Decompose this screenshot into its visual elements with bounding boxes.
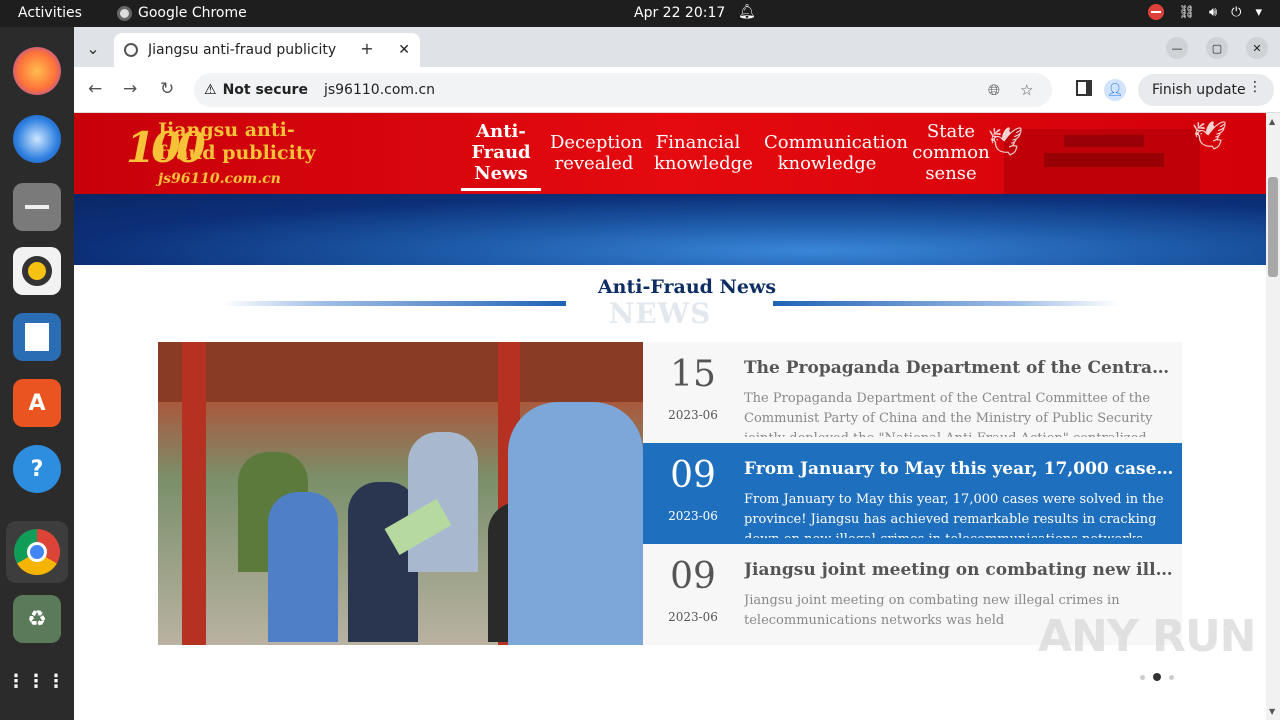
nav-anti-fraud-news[interactable]: Anti-Fraud News <box>461 121 541 191</box>
help-icon[interactable]: ? <box>13 445 61 493</box>
tab-strip: ⌄ Jiangsu anti-fraud publicity ✕ + — ▢ ✕ <box>74 27 1280 67</box>
nav-label: Deception revealed <box>550 132 643 174</box>
globe-icon <box>124 43 138 57</box>
activities-button[interactable]: Activities <box>18 5 82 21</box>
writer-icon[interactable] <box>13 313 61 361</box>
web-page: 100 Jiangsu anti-fraud publicity js96110… <box>74 113 1266 720</box>
news-photo[interactable] <box>158 342 643 645</box>
chrome-icon <box>117 5 132 21</box>
tab-search-icon[interactable]: ⌄ <box>82 37 104 59</box>
section-title[interactable]: Anti-Fraud News <box>74 276 1266 298</box>
carousel-dot[interactable] <box>1140 674 1145 680</box>
news-day: 09 <box>670 556 716 597</box>
news-item-active[interactable]: 09 2023-06 From January to May this year… <box>643 443 1182 544</box>
scrollbar-thumb[interactable] <box>1268 177 1278 277</box>
chrome-dock-icon[interactable] <box>6 521 68 583</box>
app-center-icon[interactable]: A <box>13 379 61 427</box>
rhythmbox-icon[interactable] <box>13 247 61 295</box>
news-day: 09 <box>670 455 716 496</box>
back-icon[interactable]: ← <box>88 79 102 99</box>
news-date: 2023-06 <box>668 509 718 523</box>
new-tab-icon[interactable]: + <box>356 37 378 59</box>
reload-icon[interactable]: ↻ <box>160 79 174 99</box>
clock[interactable]: Apr 22 20:17 <box>634 5 725 21</box>
recording-stop-icon[interactable] <box>1148 4 1165 20</box>
url-text[interactable]: js96110.com.cn <box>324 82 435 98</box>
browser-toolbar: ← → ↻ ⚠ Not secure js96110.com.cn 🌐︎ ☆ 👤… <box>74 67 1280 113</box>
firefox-icon[interactable] <box>13 47 61 95</box>
chevron-down-icon: ▾ <box>1255 4 1262 20</box>
address-bar[interactable]: ⚠ Not secure js96110.com.cn 🌐︎ ☆ <box>194 73 1052 107</box>
dove-icon: 🕊︎ <box>1192 119 1228 152</box>
nav-financial-knowledge[interactable]: Financial knowledge <box>654 132 753 174</box>
nav-state-common-sense[interactable]: State common sense <box>911 121 991 184</box>
nav-deception-revealed[interactable]: Deception revealed <box>550 132 643 174</box>
carousel-dot-active[interactable] <box>1153 673 1161 681</box>
system-top-bar: Activities Google Chrome Apr 22 20:17 🔔︎… <box>0 0 1280 27</box>
files-icon[interactable] <box>13 183 61 231</box>
app-menu[interactable]: Google Chrome <box>117 5 247 21</box>
news-summary: The Propaganda Department of the Central… <box>744 391 1153 437</box>
dove-icon: 🕊︎ <box>988 125 1024 158</box>
news-date: 2023-06 <box>668 610 718 624</box>
scroll-down-icon[interactable]: ▼ <box>1269 707 1275 716</box>
show-apps-icon[interactable]: ⋮⋮⋮ <box>7 657 65 705</box>
power-icon: ⏻ <box>1231 4 1242 20</box>
news-list: 15 2023-06 The Propaganda Department of … <box>643 342 1182 645</box>
news-date: 2023-06 <box>668 408 718 422</box>
anyrun-watermark: ANY RUN <box>1038 611 1256 662</box>
volume-icon: 🔊︎ <box>1208 4 1218 20</box>
network-icon: ⛓︎ <box>1178 4 1195 20</box>
notification-bell-icon: 🔔︎ <box>738 4 756 20</box>
nav-label: Financial knowledge <box>654 132 753 174</box>
title-rule-right <box>773 301 1119 306</box>
finish-update-button[interactable]: Finish update ⋮ <box>1138 74 1274 106</box>
close-tab-icon[interactable]: ✕ <box>398 42 410 58</box>
thunderbird-icon[interactable] <box>13 115 61 163</box>
finish-update-label: Finish update <box>1152 82 1246 98</box>
news-headline[interactable]: The Propaganda Department of the Central… <box>744 358 1174 378</box>
news-headline[interactable]: Jiangsu joint meeting on combating new i… <box>744 560 1174 580</box>
minimize-icon[interactable]: — <box>1166 37 1188 59</box>
nav-label: Anti-Fraud News <box>471 121 531 184</box>
app-name: Google Chrome <box>138 5 247 21</box>
logo-url[interactable]: js96110.com.cn <box>158 171 281 187</box>
system-tray[interactable]: ⛓︎ 🔊︎ ⏻ ▾ <box>1148 4 1262 20</box>
dock: A ? ♻ ⋮⋮⋮ <box>0 27 74 720</box>
title-rule-left <box>222 301 566 306</box>
nav-label: State common sense <box>912 121 990 184</box>
profile-icon[interactable]: 👤︎ <box>1104 79 1126 101</box>
hero-banner <box>74 194 1266 265</box>
maximize-icon[interactable]: ▢ <box>1206 37 1228 59</box>
security-label[interactable]: Not secure <box>223 82 308 98</box>
translate-icon[interactable]: 🌐︎ <box>988 81 1000 99</box>
news-summary: From January to May this year, 17,000 ca… <box>744 492 1164 538</box>
site-header: 100 Jiangsu anti-fraud publicity js96110… <box>74 113 1266 194</box>
warning-icon: ⚠ <box>204 82 217 98</box>
nav-communication-knowledge[interactable]: Communication knowledge <box>764 132 908 174</box>
bookmark-star-icon[interactable]: ☆ <box>1020 81 1033 99</box>
news-headline[interactable]: From January to May this year, 17,000 ca… <box>744 459 1174 479</box>
nav-label: Communication knowledge <box>764 132 908 174</box>
page-scrollbar[interactable]: ▲ ▼ <box>1266 113 1280 720</box>
news-item[interactable]: 15 2023-06 The Propaganda Department of … <box>643 342 1182 443</box>
trash-icon[interactable]: ♻ <box>13 595 61 643</box>
tab-title: Jiangsu anti-fraud publicity <box>148 42 337 58</box>
side-panel-icon[interactable] <box>1076 80 1092 96</box>
scroll-up-icon[interactable]: ▲ <box>1269 117 1275 126</box>
carousel-dot[interactable] <box>1169 674 1174 680</box>
tiananmen-gate-graphic <box>1004 129 1200 194</box>
menu-icon[interactable]: ⋮ <box>1248 79 1262 95</box>
news-day: 15 <box>670 354 716 395</box>
close-window-icon[interactable]: ✕ <box>1246 37 1268 59</box>
logo-title[interactable]: Jiangsu anti-fraud publicity <box>158 119 338 165</box>
carousel-dots <box>1140 673 1174 681</box>
forward-icon[interactable]: → <box>123 79 137 99</box>
